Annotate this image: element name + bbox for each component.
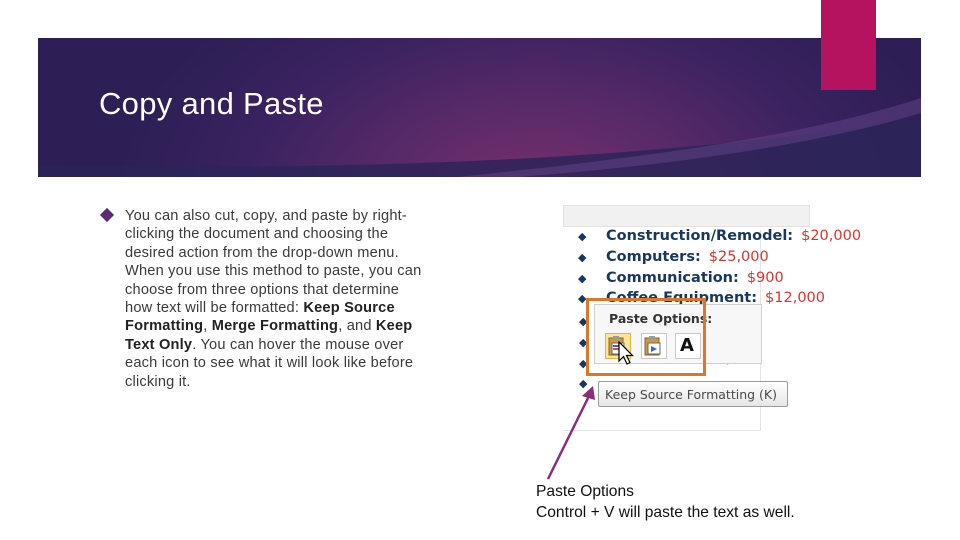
bullet-diamond-icon: ◆ bbox=[579, 377, 588, 390]
caption: Paste Options Control + V will paste the… bbox=[536, 481, 795, 523]
list-item-label: Construction/Remodel: bbox=[606, 228, 794, 244]
list-item-label: Communication: bbox=[606, 270, 739, 286]
keep-source-formatting-tooltip: Keep Source Formatting (K) bbox=[598, 381, 788, 407]
list-item: ◆ Construction/Remodel: $20,000 bbox=[578, 228, 861, 244]
list-item-value: $25,000 bbox=[708, 249, 769, 265]
slide-title: Copy and Paste bbox=[99, 86, 324, 121]
merge-formatting-term: Merge Formatting bbox=[211, 318, 339, 335]
body-paragraph: You can also cut, copy, and paste by rig… bbox=[125, 207, 425, 391]
bullet-diamond-icon bbox=[99, 207, 115, 223]
list-item-value: $12,000 bbox=[765, 290, 825, 306]
bullet-diamond-icon: ◆ bbox=[578, 251, 587, 264]
caption-shortcut: Control + V will paste the text as well. bbox=[536, 504, 795, 521]
list-item-value: $20,000 bbox=[801, 228, 862, 244]
paste-options-screenshot: ◆ Construction/Remodel: $20,000 ◆ Computers… bbox=[560, 200, 920, 440]
mouse-pointer-icon bbox=[618, 341, 634, 365]
list-item: ◆ Computers: $25,000 bbox=[578, 249, 769, 265]
list-item-label: Computers: bbox=[606, 249, 701, 265]
ruler-strip bbox=[563, 205, 810, 227]
list-item: ◆ Communication: $900 bbox=[578, 270, 784, 286]
tooltip-text: Keep Source Formatting (K) bbox=[605, 387, 777, 402]
accent-bar bbox=[821, 0, 876, 90]
list-item-value: $900 bbox=[746, 270, 784, 286]
body-separator: , bbox=[203, 318, 212, 335]
bullet-diamond-icon: ◆ bbox=[578, 230, 587, 243]
paste-options-highlight bbox=[586, 298, 706, 376]
body-separator: , and bbox=[338, 318, 376, 335]
bullet-diamond-icon: ◆ bbox=[578, 272, 587, 285]
caption-title: Paste Options bbox=[536, 483, 634, 500]
